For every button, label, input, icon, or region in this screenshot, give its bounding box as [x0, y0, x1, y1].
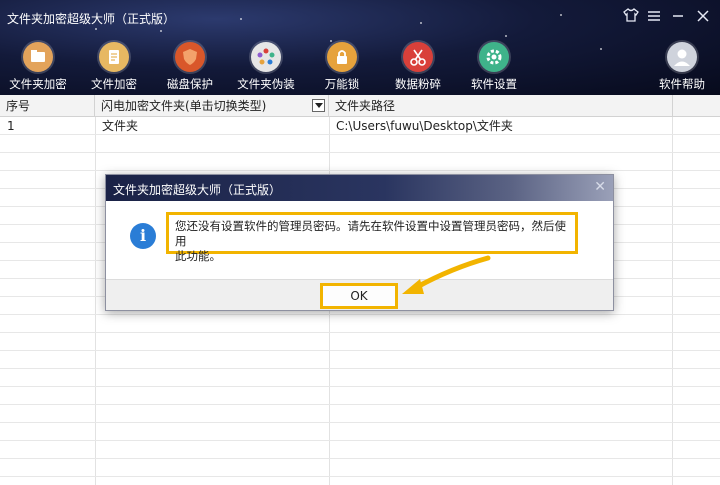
- toolbar-help-button[interactable]: 软件帮助: [643, 42, 720, 92]
- shirt-icon[interactable]: [620, 6, 642, 28]
- dialog-title-bar: 文件夹加密超级大师（正式版） ✕: [106, 175, 613, 201]
- column-header-path[interactable]: 文件夹路径: [329, 95, 673, 117]
- cell-folder-name: 文件夹: [102, 119, 139, 133]
- cell-folder-path: C:\Users\fuwu\Desktop\文件夹: [336, 119, 513, 133]
- cell-index: 1: [7, 119, 15, 133]
- ok-button[interactable]: OK: [320, 283, 398, 309]
- info-icon: i: [130, 223, 156, 249]
- column-header-index[interactable]: 序号: [0, 95, 95, 117]
- toolbar-disk-protect-button[interactable]: 磁盘保护: [151, 42, 229, 92]
- toolbar-data-shred-button[interactable]: 数据粉碎: [379, 42, 457, 92]
- message-dialog: 文件夹加密超级大师（正式版） ✕ i 您还没有设置软件的管理员密码。请先在软件设…: [105, 174, 614, 311]
- gear-icon: [479, 42, 509, 72]
- toolbar-folder-disguise-button[interactable]: 文件夹伪装: [227, 42, 305, 92]
- dialog-footer: OK: [106, 279, 613, 310]
- toolbar-universal-lock-button[interactable]: 万能锁: [303, 42, 381, 92]
- table-header: 序号 闪电加密文件夹(单击切换类型) 文件夹路径: [0, 95, 720, 117]
- dialog-title: 文件夹加密超级大师（正式版）: [113, 183, 282, 197]
- message-line-1: 您还没有设置软件的管理员密码。请先在软件设置中设置管理员密码，然后使用: [175, 219, 566, 248]
- folder-icon: [23, 42, 53, 72]
- toolbar-folder-encrypt-button[interactable]: 文件夹加密: [0, 42, 77, 92]
- app-title: 文件夹加密超级大师（正式版）: [7, 12, 176, 26]
- user-icon: [667, 42, 697, 72]
- toolbar-settings-button[interactable]: 软件设置: [455, 42, 533, 92]
- clipboard-icon: [99, 42, 129, 72]
- type-dropdown-button[interactable]: [312, 99, 325, 112]
- lock-icon: [327, 42, 357, 72]
- dialog-body: i 您还没有设置软件的管理员密码。请先在软件设置中设置管理员密码，然后使用 此功…: [106, 201, 613, 279]
- title-bar: 文件夹加密超级大师（正式版） 文件夹加密 文件加密 磁盘保护 文件夹伪装 万能锁…: [0, 0, 720, 95]
- message-line-2: 此功能。: [175, 249, 221, 263]
- scissors-icon: [403, 42, 433, 72]
- dialog-message: 您还没有设置软件的管理员密码。请先在软件设置中设置管理员密码，然后使用 此功能。: [166, 212, 578, 263]
- close-icon[interactable]: [692, 6, 714, 28]
- dialog-close-icon[interactable]: ✕: [594, 179, 606, 195]
- palette-icon: [251, 42, 281, 72]
- column-header-encrypt-type[interactable]: 闪电加密文件夹(单击切换类型): [95, 95, 329, 117]
- menu-icon[interactable]: [643, 6, 665, 28]
- shield-icon: [175, 42, 205, 72]
- toolbar-file-encrypt-button[interactable]: 文件加密: [75, 42, 153, 92]
- minimize-icon[interactable]: [667, 6, 689, 28]
